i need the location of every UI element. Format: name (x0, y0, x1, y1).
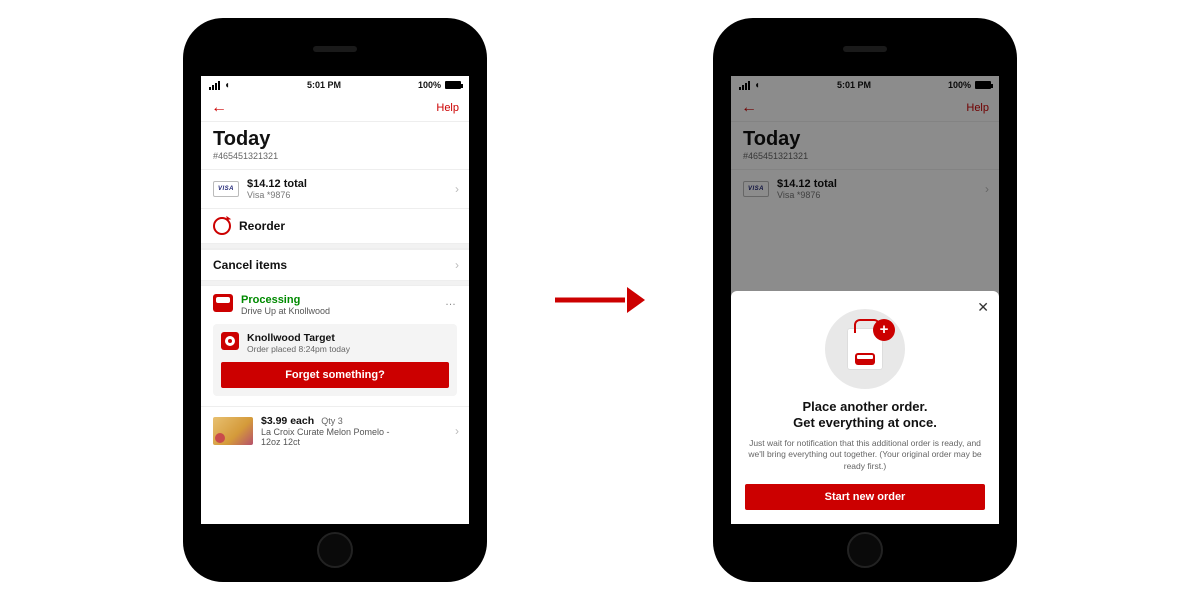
order-item-row[interactable]: $3.99 each Qty 3 La Croix Curate Melon P… (201, 406, 469, 455)
cancel-label: Cancel items (213, 258, 287, 272)
sheet-title-line2: Get everything at once. (793, 415, 937, 430)
battery-icon (445, 81, 461, 89)
order-placed-time: Order placed 8:24pm today (247, 344, 350, 354)
home-button[interactable] (847, 532, 883, 568)
phone-frame-left: ◖ 5:01 PM 100% ← Help Today #46545132132… (185, 20, 485, 580)
close-icon[interactable]: ✕ (977, 299, 989, 316)
more-button[interactable]: … (445, 296, 457, 308)
order-detail-screen: ◖ 5:01 PM 100% ← Help Today #46545132132… (201, 76, 469, 524)
processing-sub: Drive Up at Knollwood (241, 306, 330, 316)
battery-percent: 100% (418, 80, 441, 90)
sheet-body: Just wait for notification that this add… (745, 438, 985, 472)
payment-row[interactable]: VISA $14.12 total Visa *9876 › (201, 169, 469, 208)
drive-up-icon (213, 294, 233, 312)
back-button[interactable]: ← (211, 99, 227, 117)
chevron-right-icon: › (455, 258, 459, 272)
wifi-icon: ◖ (224, 80, 230, 91)
car-icon (855, 353, 875, 365)
payment-total: $14.12 total (247, 178, 307, 190)
payment-card: Visa *9876 (247, 190, 307, 200)
promo-illustration: + (825, 309, 905, 389)
signal-icon (209, 81, 220, 90)
chevron-right-icon: › (455, 182, 459, 196)
transition-arrow-icon (555, 285, 645, 315)
item-qty: Qty 3 (321, 416, 343, 426)
reorder-row[interactable]: Reorder (201, 208, 469, 243)
target-logo-icon (221, 332, 239, 350)
plus-badge-icon: + (873, 319, 895, 341)
chevron-right-icon: › (455, 424, 459, 438)
reorder-label: Reorder (239, 219, 285, 233)
visa-icon: VISA (213, 181, 239, 197)
store-card: Knollwood Target Order placed 8:24pm tod… (213, 324, 457, 396)
product-thumbnail (213, 417, 253, 445)
phone-frame-right: ◖ 5:01 PM 100% ← Help Today #46545132132… (715, 20, 1015, 580)
item-name: La Croix Curate Melon Pomelo - 12oz 12ct (261, 427, 401, 447)
start-new-order-sheet: ✕ + Place another order. Get everything … (731, 291, 999, 524)
nav-bar: ← Help (201, 94, 469, 122)
processing-block: Processing Drive Up at Knollwood … Knoll… (201, 286, 469, 406)
cancel-items-row[interactable]: Cancel items › (201, 249, 469, 280)
speaker (843, 46, 887, 52)
speaker (313, 46, 357, 52)
processing-status: Processing (241, 294, 330, 306)
start-new-order-button[interactable]: Start new order (745, 484, 985, 510)
order-detail-screen-with-sheet: ◖ 5:01 PM 100% ← Help Today #46545132132… (731, 76, 999, 524)
sheet-title-line1: Place another order. (803, 399, 928, 414)
store-name: Knollwood Target (247, 332, 350, 344)
order-id: #465451321321 (213, 151, 457, 161)
status-bar: ◖ 5:01 PM 100% (201, 76, 469, 94)
status-time: 5:01 PM (307, 80, 341, 90)
forget-something-button[interactable]: Forget something? (221, 362, 449, 388)
item-price: $3.99 each (261, 415, 314, 427)
page-title: Today (213, 128, 457, 151)
reorder-icon (213, 217, 231, 235)
help-link[interactable]: Help (436, 102, 459, 114)
home-button[interactable] (317, 532, 353, 568)
